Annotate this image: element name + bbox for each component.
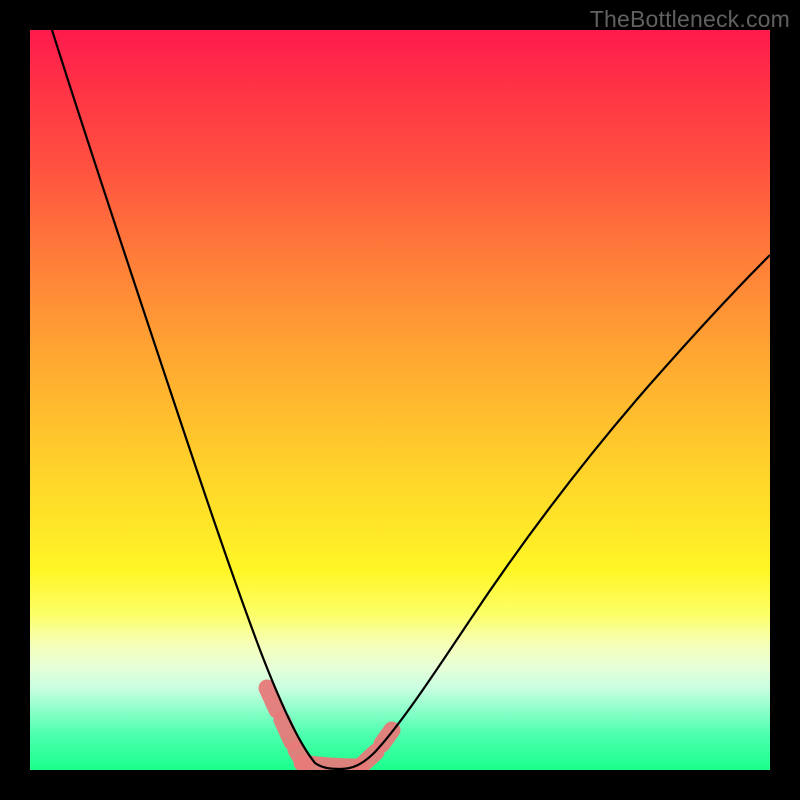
watermark-text: TheBottleneck.com [590, 6, 790, 33]
highlight-left-3 [296, 750, 304, 763]
left-curve [52, 30, 340, 769]
chart-svg [30, 30, 770, 770]
right-curve [340, 255, 770, 769]
chart-background [30, 30, 770, 770]
